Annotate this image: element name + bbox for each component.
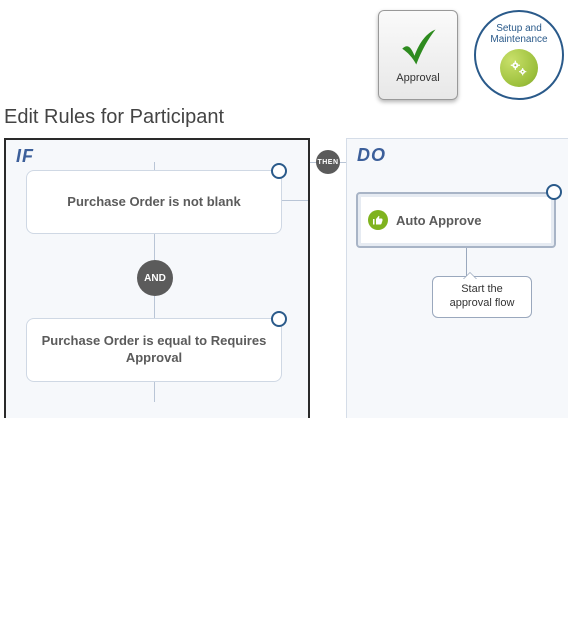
checkmark-icon bbox=[397, 26, 439, 68]
page-title: Edit Rules for Participant bbox=[4, 106, 224, 129]
if-header: IF bbox=[16, 146, 34, 167]
condition-text: Purchase Order is not blank bbox=[67, 194, 240, 211]
condition-card[interactable]: Purchase Order is not blank bbox=[26, 170, 282, 234]
callout-tooltip: Start the approval flow bbox=[432, 276, 532, 318]
flow-line bbox=[282, 200, 308, 201]
flow-line bbox=[154, 162, 155, 170]
thumbs-up-icon bbox=[368, 210, 388, 230]
handle-icon[interactable] bbox=[271, 163, 287, 179]
and-connector: AND bbox=[137, 260, 173, 296]
action-card-label: Auto Approve bbox=[396, 213, 481, 228]
do-header: DO bbox=[357, 145, 386, 166]
condition-text: Purchase Order is equal to Requires Appr… bbox=[41, 333, 267, 367]
setup-badge-label: Setup and Maintenance bbox=[490, 23, 547, 45]
flow-line bbox=[154, 382, 155, 402]
handle-icon[interactable] bbox=[546, 184, 562, 200]
flow-line bbox=[154, 296, 155, 318]
handle-icon[interactable] bbox=[271, 311, 287, 327]
approval-badge-label: Approval bbox=[396, 72, 439, 84]
condition-card[interactable]: Purchase Order is equal to Requires Appr… bbox=[26, 318, 282, 382]
flow-line bbox=[154, 234, 155, 260]
approval-badge[interactable]: Approval bbox=[378, 10, 458, 100]
then-connector: THEN bbox=[316, 150, 340, 174]
gear-icon bbox=[500, 49, 538, 87]
action-card-auto-approve[interactable]: Auto Approve bbox=[356, 192, 556, 248]
setup-maintenance-badge[interactable]: Setup and Maintenance bbox=[474, 10, 564, 100]
